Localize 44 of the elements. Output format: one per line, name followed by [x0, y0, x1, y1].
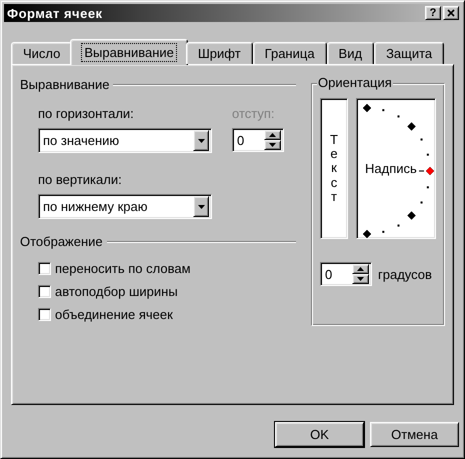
down-arrow-icon: [357, 277, 364, 281]
down-arrow-icon: [269, 143, 276, 147]
vertical-dropdown[interactable]: по нижнему краю: [38, 194, 212, 219]
close-icon: [447, 9, 455, 17]
degrees-spinner[interactable]: 0: [320, 262, 372, 286]
spin-up-button[interactable]: [352, 264, 369, 274]
up-arrow-icon: [269, 133, 276, 137]
checkbox[interactable]: [38, 285, 51, 298]
group-title: Ориентация: [317, 75, 393, 90]
checkbox-label[interactable]: автоподбор ширины: [55, 284, 178, 299]
tab[interactable]: Число: [11, 42, 72, 64]
close-button[interactable]: [443, 6, 459, 20]
up-arrow-icon: [357, 267, 364, 271]
section-title: Отображение: [20, 234, 103, 249]
vertical-text-preview[interactable]: Текст: [320, 98, 348, 239]
tab[interactable]: Вид: [326, 42, 374, 64]
checkbox[interactable]: [38, 308, 51, 321]
field-label: по вертикали:: [38, 172, 123, 187]
section-title: Выравнивание: [20, 77, 110, 92]
vertical-text: Текст: [329, 132, 339, 204]
caret-icon: [198, 138, 204, 142]
spin-down-button[interactable]: [352, 274, 369, 284]
spin-up-button[interactable]: [264, 130, 281, 140]
tab[interactable]: Выравнивание: [70, 39, 188, 65]
dropdown-button[interactable]: [193, 130, 209, 151]
caret-icon: [198, 204, 204, 208]
checkbox-label[interactable]: переносить по словам: [55, 261, 191, 276]
dropdown-button[interactable]: [193, 196, 209, 217]
dialog-button[interactable]: OK: [275, 422, 364, 447]
field-label: по горизонтали:: [38, 106, 135, 121]
tab[interactable]: Граница: [252, 42, 327, 64]
orientation-dial[interactable]: Надпись: [356, 98, 436, 239]
tab[interactable]: Защита: [374, 42, 444, 64]
dial-text: Надпись: [365, 161, 417, 176]
checkbox[interactable]: [38, 262, 51, 275]
field-label: отступ:: [232, 106, 276, 121]
tab[interactable]: Шрифт: [186, 42, 253, 64]
horizontal-dropdown[interactable]: по значению: [38, 128, 212, 153]
checkbox-label[interactable]: объединение ячеек: [55, 307, 173, 322]
help-button[interactable]: ?: [425, 6, 441, 20]
window-title: Формат ячеек: [7, 6, 104, 20]
spin-down-button[interactable]: [264, 140, 281, 150]
degrees-label: градусов: [378, 266, 432, 282]
dialog-button[interactable]: Отмена: [370, 422, 459, 447]
